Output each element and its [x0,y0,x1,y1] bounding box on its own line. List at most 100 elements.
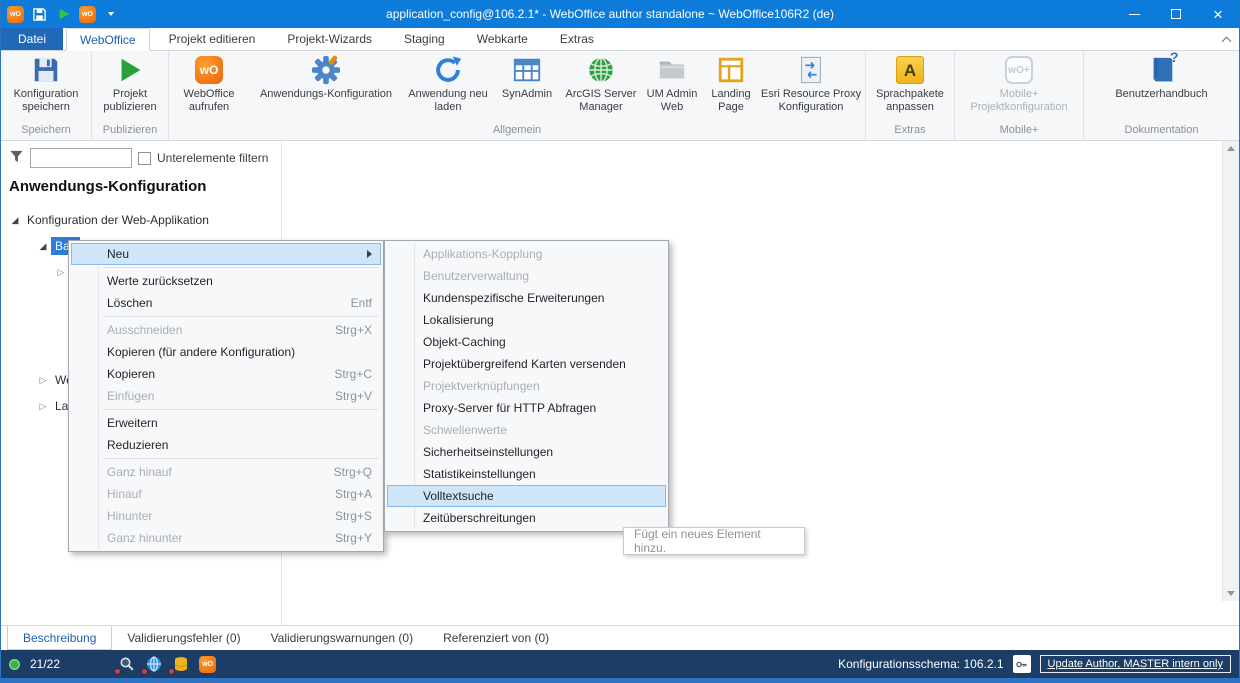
menu-item-loeschen[interactable]: Löschen Entf [71,292,381,314]
tab-staging[interactable]: Staging [391,28,458,50]
close-icon [1213,6,1223,23]
submenu-item-projektuebergreifend-karten-versenden[interactable]: Projektübergreifend Karten versenden [387,353,666,375]
web-status-icon[interactable] [145,656,162,673]
ribbon-group-mobile: Mobile+ Projektkonfiguration Mobile+ [955,51,1084,140]
expander-open-icon[interactable] [7,215,23,226]
window-title: application_config@106.2.1* - WebOffice … [121,7,1099,21]
tab-webkarte[interactable]: Webkarte [464,28,541,50]
qat-dropdown-button[interactable] [101,4,121,24]
ribbon-button-sprachpakete[interactable]: Sprachpakete anpassen [867,51,953,123]
weboffice-status-icon[interactable] [199,656,216,673]
play-icon [57,7,71,21]
ribbon-button-landing-page[interactable]: Landing Page [704,51,758,123]
search-status-icon[interactable] [118,656,135,673]
ribbon-button-anwendung-neu-laden[interactable]: Anwendung neu laden [404,51,492,123]
subelements-filter-label: Unterelemente filtern [157,151,268,165]
ribbon-group-label: Allgemein [170,123,864,140]
ribbon-group-label: Extras [867,123,953,140]
submenu-item-applikations-kopplung: Applikations-Kopplung [387,243,666,265]
close-button[interactable] [1197,0,1239,28]
play-icon [115,55,145,85]
quick-access-toolbar [1,4,121,24]
scroll-down-icon[interactable] [1227,591,1235,596]
quick-weboffice-button[interactable] [79,6,96,23]
submenu-neu: Applikations-Kopplung Benutzerverwaltung… [384,240,669,532]
ribbon-button-projekt-publizieren[interactable]: Projekt publizieren [93,51,167,123]
collapse-ribbon-button[interactable] [1213,28,1239,50]
menu-item-hinunter: Hinunter Strg+S [71,505,381,527]
tab-datei[interactable]: Datei [1,28,63,50]
minimize-button[interactable] [1113,0,1155,28]
tooltip: Fügt ein neues Element hinzu. [623,527,805,555]
menu-item-reduzieren[interactable]: Reduzieren [71,434,381,456]
submenu-item-statistikeinstellungen[interactable]: Statistikeinstellungen [387,463,666,485]
submenu-item-benutzerverwaltung: Benutzerverwaltung [387,265,666,287]
submenu-item-sicherheitseinstellungen[interactable]: Sicherheitseinstellungen [387,441,666,463]
tab-validierungswarnungen[interactable]: Validierungswarnungen (0) [256,626,429,650]
ribbon-button-synadmin[interactable]: SynAdmin [492,51,562,123]
ribbon-button-esri-resource-proxy[interactable]: Esri Resource Proxy Konfiguration [758,51,864,123]
status-right: Konfigurationsschema: 106.2.1 Update Aut… [838,655,1231,673]
update-link[interactable]: Update Author, MASTER intern only [1040,655,1231,673]
filter-funnel-icon [9,149,24,167]
menu-item-hinauf: Hinauf Strg+A [71,483,381,505]
submenu-item-lokalisierung[interactable]: Lokalisierung [387,309,666,331]
ribbon-button-weboffice-aufrufen[interactable]: WebOffice aufrufen [170,51,248,123]
ribbon-button-um-admin-web[interactable]: UM Admin Web [640,51,704,123]
maximize-button[interactable] [1155,0,1197,28]
ribbon-group-label: Speichern [2,123,90,140]
submenu-item-projektverknuepfungen: Projektverknüpfungen [387,375,666,397]
vertical-scrollbar[interactable] [1222,141,1239,601]
menu-item-ganz-hinauf: Ganz hinauf Strg+Q [71,461,381,483]
ribbon-button-anwendungs-konfiguration[interactable]: Anwendungs-Konfiguration [248,51,404,123]
tab-validierungsfehler[interactable]: Validierungsfehler (0) [112,626,255,650]
scroll-up-icon[interactable] [1227,146,1235,151]
globe-icon [586,55,616,85]
tree-item-web-applikation[interactable]: Konfiguration der Web-Applikation [1,207,281,233]
menu-item-kopieren[interactable]: Kopieren Strg+C [71,363,381,385]
menu-item-einfuegen: Einfügen Strg+V [71,385,381,407]
menu-item-kopieren-andere-konfiguration[interactable]: Kopieren (für andere Konfiguration) [71,341,381,363]
filter-input[interactable] [30,148,132,168]
ribbon: Konfiguration speichern Speichern Projek… [1,51,1239,141]
chevron-up-icon [1221,36,1231,46]
ribbon-button-benutzerhandbuch[interactable]: Benutzerhandbuch [1103,51,1221,123]
submenu-item-proxy-server-http[interactable]: Proxy-Server für HTTP Abfragen [387,397,666,419]
window-controls [1113,0,1239,28]
status-counter: 21/22 [30,657,60,671]
ribbon-group-label: Publizieren [93,123,167,140]
menu-item-werte-zuruecksetzen[interactable]: Werte zurücksetzen [71,270,381,292]
tab-extras[interactable]: Extras [547,28,607,50]
expander-open-icon[interactable] [35,241,51,252]
menu-separator [103,316,379,317]
ribbon-group-label: Mobile+ [956,123,1082,140]
tab-weboffice[interactable]: WebOffice [66,28,150,51]
submenu-item-objekt-caching[interactable]: Objekt-Caching [387,331,666,353]
menu-item-neu[interactable]: Neu [71,243,381,265]
expander-closed-icon[interactable] [35,401,51,412]
expander-closed-icon[interactable] [35,375,51,386]
submenu-item-kundenspezifische-erweiterungen[interactable]: Kundenspezifische Erweiterungen [387,287,666,309]
quick-save-button[interactable] [29,4,49,24]
menu-item-erweitern[interactable]: Erweitern [71,412,381,434]
tab-beschreibung[interactable]: Beschreibung [7,626,112,650]
status-ok-icon [9,659,20,670]
ribbon-button-arcgis-server-manager[interactable]: ArcGIS Server Manager [562,51,640,123]
ribbon-button-konfiguration-speichern[interactable]: Konfiguration speichern [2,51,90,123]
subelements-filter-checkbox[interactable] [138,152,151,165]
tab-projekt-wizards[interactable]: Projekt-Wizards [274,28,385,50]
tab-referenziert-von[interactable]: Referenziert von (0) [428,626,564,650]
quick-publish-button[interactable] [54,4,74,24]
expander-closed-icon[interactable] [53,267,69,278]
save-icon [32,7,47,22]
tab-projekt-editieren[interactable]: Projekt editieren [156,28,269,50]
menu-separator [103,267,379,268]
landing-page-icon [716,55,746,85]
database-status-icon[interactable] [172,656,189,673]
folder-icon [657,55,687,85]
error-dot-icon [141,668,148,675]
submenu-item-volltextsuche[interactable]: Volltextsuche [387,485,666,507]
key-icon[interactable] [1013,655,1031,673]
error-dot-icon [168,668,175,675]
submenu-item-zeitueberschreitungen[interactable]: Zeitüberschreitungen [387,507,666,529]
